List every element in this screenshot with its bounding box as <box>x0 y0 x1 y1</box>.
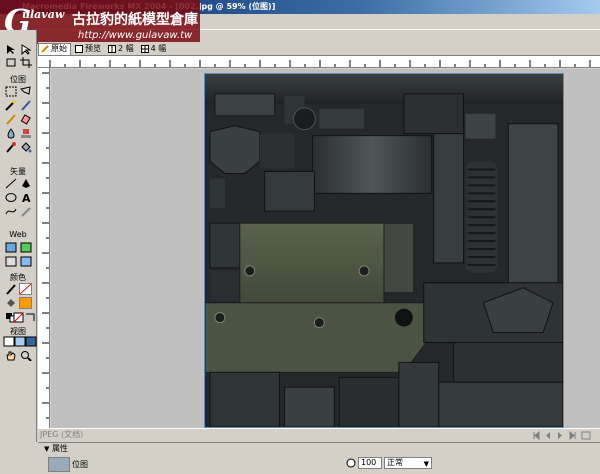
text-tool-icon[interactable]: A <box>20 192 32 205</box>
knife-tool-icon[interactable] <box>20 206 32 217</box>
tab-original[interactable]: 原始 <box>38 42 71 55</box>
watermark-url: http://www.gulavaw.tw <box>78 30 193 41</box>
blend-mode-value: 正常 <box>387 458 403 467</box>
tab-4-up[interactable]: 4 幅 <box>139 43 170 55</box>
opacity-input[interactable]: 100 <box>358 457 382 469</box>
pointer-tool-icon[interactable] <box>5 44 17 55</box>
hotspot-tool-icon[interactable] <box>5 242 17 253</box>
document-view-tabs: 原始 预览 2 幅 4 幅 <box>38 42 600 56</box>
properties-panel: 位图 100 正常 ▼ <box>38 455 600 474</box>
svg-text:A: A <box>22 192 31 203</box>
ellipse-tool-icon[interactable] <box>5 192 17 203</box>
scale-tool-icon[interactable] <box>5 57 17 68</box>
pencil-tool-icon[interactable] <box>5 114 17 125</box>
tab-4-up-label: 4 幅 <box>150 43 167 53</box>
freeform-tool-icon[interactable] <box>5 206 17 217</box>
slice-tool-icon[interactable] <box>20 242 32 253</box>
paint-bucket-tool-icon[interactable] <box>20 142 32 153</box>
svg-text:ulavaw: ulavaw <box>22 8 65 21</box>
four-up-icon <box>140 44 149 53</box>
hide-hotspots-icon[interactable] <box>5 256 17 267</box>
swap-colors-icon[interactable] <box>24 312 36 323</box>
blur-tool-icon[interactable] <box>5 128 17 139</box>
preview-icon <box>75 44 83 53</box>
tab-original-label: 原始 <box>51 44 67 53</box>
fill-color-swatch[interactable] <box>19 297 32 309</box>
object-type-label: 位图 <box>72 460 88 469</box>
show-hotspots-icon[interactable] <box>20 256 32 267</box>
tab-preview-label: 预览 <box>85 43 101 53</box>
toolbox-section-vector: 矢量 <box>10 167 26 176</box>
tab-preview[interactable]: 预览 <box>73 43 104 55</box>
tab-2-up[interactable]: 2 幅 <box>106 43 137 55</box>
hand-tool-icon[interactable] <box>5 350 17 361</box>
tools-panel: 位图 矢量 A Web 颜色 视图 <box>0 30 37 442</box>
document-canvas-image[interactable] <box>204 73 564 428</box>
rubber-stamp-tool-icon[interactable] <box>20 128 32 139</box>
zoom-tool-icon[interactable] <box>20 350 32 362</box>
expand-arrow-icon: ▼ <box>44 445 50 453</box>
stroke-pencil-icon <box>5 284 17 295</box>
crop-tool-icon[interactable] <box>20 57 32 68</box>
toolbox-section-colors: 颜色 <box>10 273 26 282</box>
bitmap-thumbnail-icon <box>48 457 70 472</box>
opacity-icon <box>346 458 356 468</box>
toolbox-section-web: Web <box>9 230 27 239</box>
eraser-tool-icon[interactable] <box>20 114 32 125</box>
pencil-icon <box>41 45 49 53</box>
fill-bucket-icon <box>5 298 17 309</box>
frame-controls-icon[interactable] <box>532 431 592 440</box>
marquee-tool-icon[interactable] <box>5 86 17 97</box>
lasso-tool-icon[interactable] <box>20 86 32 97</box>
watermark-text: 古拉豹的紙模型倉庫 <box>72 11 198 28</box>
subselect-tool-icon[interactable] <box>20 44 32 56</box>
blend-mode-select[interactable]: 正常 ▼ <box>384 457 432 469</box>
vertical-ruler <box>38 68 50 428</box>
properties-title: 属性 <box>51 444 68 453</box>
properties-panel-header[interactable]: ▼ 属性 <box>38 442 600 455</box>
two-up-icon <box>108 44 116 53</box>
status-bar: JPEG (文档) <box>38 428 600 441</box>
document-status-text: JPEG (文档) <box>40 430 84 439</box>
eyedropper-tool-icon[interactable] <box>5 142 17 153</box>
horizontal-ruler <box>38 56 600 68</box>
magic-wand-tool-icon[interactable] <box>5 100 17 111</box>
line-tool-icon[interactable] <box>5 178 17 189</box>
stroke-color-swatch[interactable] <box>19 283 32 295</box>
brush-tool-icon[interactable] <box>20 100 32 111</box>
chevron-down-icon: ▼ <box>423 460 429 468</box>
pen-tool-icon[interactable] <box>20 178 32 189</box>
fullscreen-icon[interactable] <box>25 336 37 347</box>
toolbox-section-bitmap: 位图 <box>10 75 26 84</box>
tab-2-up-label: 2 幅 <box>118 43 134 53</box>
